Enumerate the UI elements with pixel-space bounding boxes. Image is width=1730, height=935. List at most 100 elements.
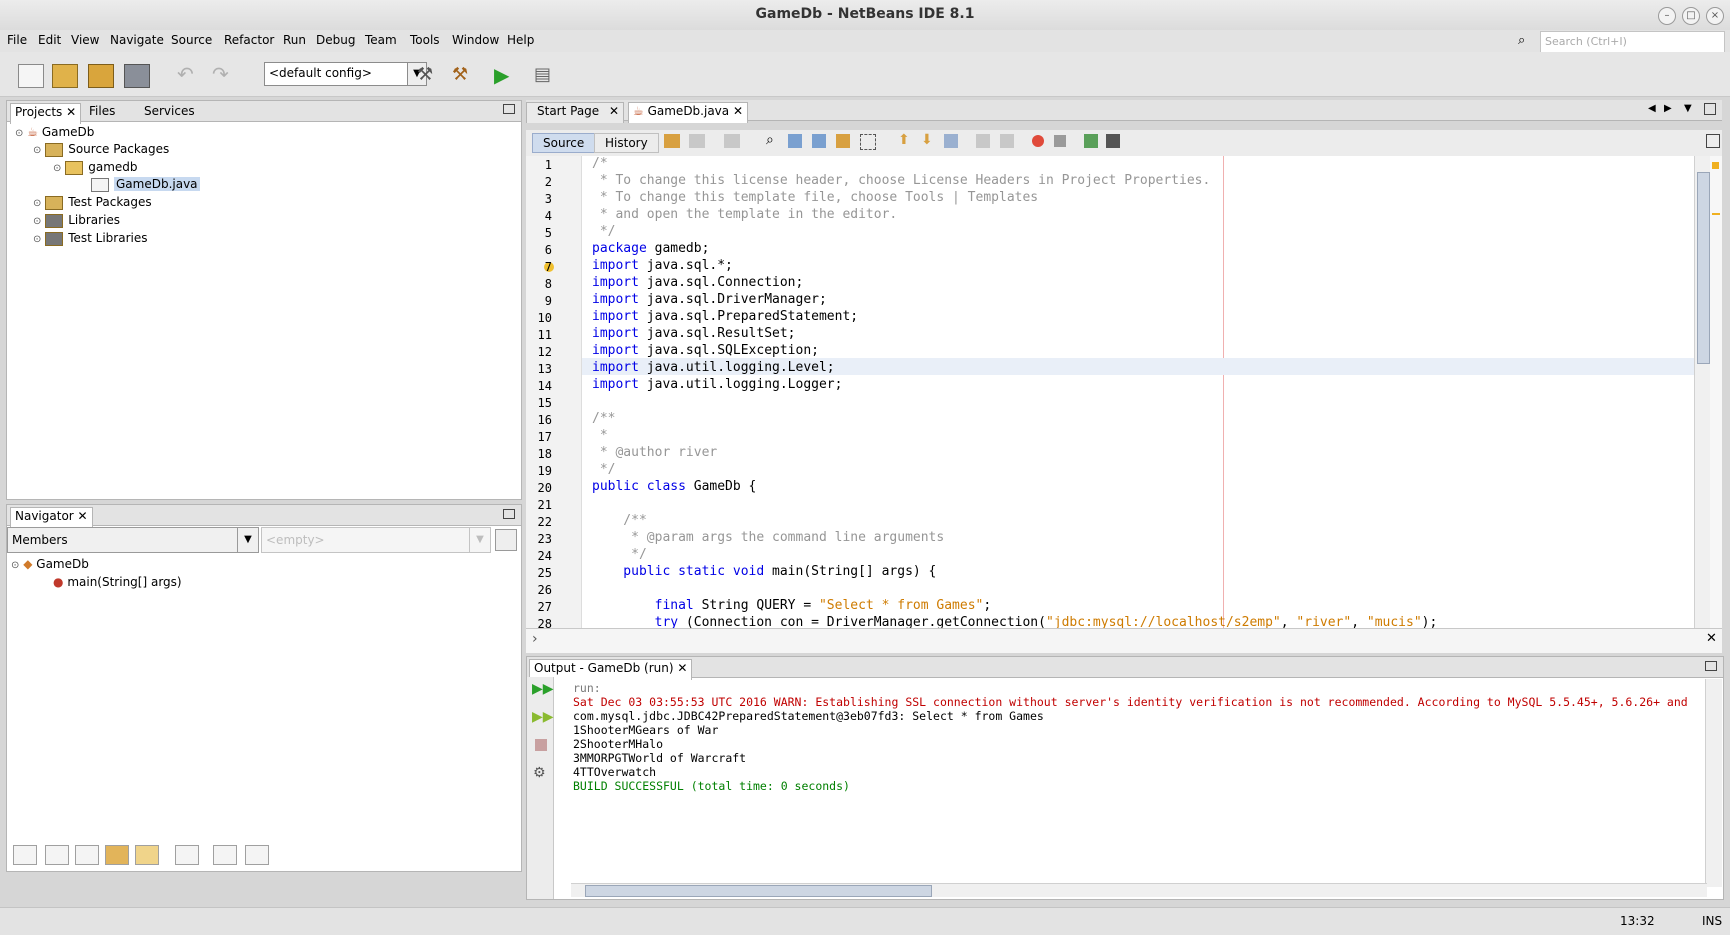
- filter-fqn-icon[interactable]: [175, 845, 199, 865]
- menu-refactor[interactable]: Refactor: [224, 33, 274, 47]
- code-editor[interactable]: 1 2 3 4 5 6 7 8 9 10 11 12 13 14 15 16 17 18 19 20 21 22 23 24 2…: [526, 156, 1694, 628]
- stop-macro-icon[interactable]: [1054, 135, 1066, 147]
- close-icon[interactable]: ✕: [609, 104, 619, 118]
- split-editor-icon[interactable]: [1706, 134, 1720, 148]
- save-all-icon[interactable]: [124, 64, 150, 88]
- next-bookmark-icon[interactable]: ⬇: [921, 132, 933, 148]
- start-macro-icon[interactable]: [1032, 135, 1044, 147]
- expand-icon[interactable]: ⊙: [15, 128, 23, 139]
- tab-gamedb-java[interactable]: ☕ GameDb.java ✕: [628, 102, 749, 123]
- tab-start-page[interactable]: Start Page ✕: [526, 102, 625, 123]
- scrollbar-thumb[interactable]: [1697, 172, 1710, 364]
- tree-node-test-packages[interactable]: ⊙ Test Packages: [33, 195, 152, 210]
- close-icon[interactable]: ✕: [66, 105, 76, 119]
- warning-marker[interactable]: [1712, 213, 1720, 215]
- search-input[interactable]: Search (Ctrl+I): [1540, 31, 1725, 53]
- scroll-tabs-right-icon[interactable]: ▶: [1664, 103, 1672, 114]
- menu-team[interactable]: Team: [365, 33, 397, 47]
- menu-file[interactable]: File: [7, 33, 27, 47]
- menu-source[interactable]: Source: [171, 33, 212, 47]
- settings-icon[interactable]: ⚙: [533, 765, 546, 781]
- config-select[interactable]: <default config> ▼: [264, 62, 427, 86]
- filter-inherited-icon[interactable]: [105, 845, 129, 865]
- warning-marker[interactable]: [1712, 162, 1719, 169]
- menu-window[interactable]: Window: [452, 33, 499, 47]
- members-filter-select[interactable]: Members ▼: [7, 527, 259, 553]
- toggle-bookmark-icon[interactable]: [944, 134, 958, 148]
- minimize-panel-icon[interactable]: [1705, 661, 1717, 671]
- source-mode-button[interactable]: Source: [532, 133, 596, 153]
- minimize-icon[interactable]: –: [1658, 7, 1676, 25]
- last-edit-icon[interactable]: [664, 134, 680, 148]
- output-vscrollbar[interactable]: [1705, 679, 1722, 887]
- find-icon[interactable]: ⌕: [766, 132, 774, 148]
- close-icon[interactable]: ×: [1706, 7, 1724, 25]
- redo-icon[interactable]: ↷: [212, 64, 236, 86]
- chevron-down-icon[interactable]: ▼: [237, 528, 258, 552]
- tree-node-package[interactable]: ⊙ gamedb: [53, 160, 138, 175]
- toggle-highlight-icon[interactable]: [836, 134, 850, 148]
- uncomment-icon[interactable]: [1106, 134, 1120, 148]
- breadcrumb-chevron-icon[interactable]: ›: [532, 631, 538, 647]
- menu-debug[interactable]: Debug: [316, 33, 355, 47]
- new-project-icon[interactable]: [52, 64, 78, 88]
- undo-icon[interactable]: ↶: [177, 64, 201, 86]
- prev-bookmark-icon[interactable]: ⬆: [898, 132, 910, 148]
- navigator-empty-select[interactable]: <empty> ▼: [261, 527, 491, 553]
- rerun-icon[interactable]: ▶▶: [532, 681, 554, 697]
- maximize-icon[interactable]: □: [1682, 7, 1700, 25]
- sort-name-icon[interactable]: [213, 845, 237, 865]
- tab-projects[interactable]: Projects ✕: [10, 103, 82, 124]
- editor-scrollbar[interactable]: [1694, 156, 1711, 628]
- minimize-panel-icon[interactable]: [503, 509, 515, 519]
- forward-icon[interactable]: [724, 134, 740, 148]
- find-prev-icon[interactable]: [788, 134, 802, 148]
- menu-help[interactable]: Help: [507, 33, 534, 47]
- filter-fields-icon[interactable]: [13, 845, 37, 865]
- comment-icon[interactable]: [1084, 134, 1098, 148]
- tree-node-libraries[interactable]: ⊙ Libraries: [33, 213, 120, 228]
- close-icon[interactable]: ✕: [78, 509, 88, 523]
- filter-class-icon[interactable]: [135, 845, 159, 865]
- nav-node-class[interactable]: ⊙ ◆ GameDb: [11, 557, 89, 571]
- back-icon[interactable]: [689, 134, 705, 148]
- sort-source-icon[interactable]: [245, 845, 269, 865]
- menu-edit[interactable]: Edit: [38, 33, 61, 47]
- history-mode-button[interactable]: History: [594, 133, 659, 153]
- maximize-editor-icon[interactable]: [1704, 103, 1716, 115]
- shift-right-icon[interactable]: [1000, 134, 1014, 148]
- close-icon[interactable]: ✕: [733, 104, 743, 118]
- toggle-rect-select-icon[interactable]: [860, 134, 876, 150]
- filter-nonpublic-icon[interactable]: [75, 845, 99, 865]
- new-file-icon[interactable]: [18, 64, 44, 88]
- open-project-icon[interactable]: [88, 64, 114, 88]
- close-icon[interactable]: ✕: [677, 661, 687, 675]
- stop-icon[interactable]: [535, 739, 547, 751]
- tab-services[interactable]: Services: [140, 103, 199, 123]
- menu-view[interactable]: View: [71, 33, 99, 47]
- menu-tools[interactable]: Tools: [410, 33, 440, 47]
- navigator-layout-icon[interactable]: [495, 529, 517, 551]
- tree-node-java-file[interactable]: GameDb.java: [91, 177, 200, 192]
- show-opened-docs-icon[interactable]: ▼: [1684, 103, 1692, 114]
- rerun-options-icon[interactable]: ▶▶: [532, 709, 554, 725]
- output-hscrollbar[interactable]: [571, 883, 1707, 897]
- scroll-tabs-left-icon[interactable]: ◀: [1648, 103, 1656, 114]
- close-breadcrumb-icon[interactable]: ✕: [1706, 631, 1717, 646]
- chevron-down-icon[interactable]: ▼: [469, 528, 490, 552]
- minimize-panel-icon[interactable]: [503, 104, 515, 114]
- menu-navigate[interactable]: Navigate: [110, 33, 164, 47]
- tab-navigator[interactable]: Navigator ✕: [10, 507, 93, 528]
- run-icon[interactable]: ▶: [494, 64, 518, 86]
- tab-files[interactable]: Files: [85, 103, 119, 123]
- tree-node-test-libraries[interactable]: ⊙ Test Libraries: [33, 231, 148, 246]
- build-hammer-icon[interactable]: ⚒: [417, 64, 441, 86]
- filter-static-icon[interactable]: [45, 845, 69, 865]
- menu-run[interactable]: Run: [283, 33, 306, 47]
- debug-icon[interactable]: ▤: [534, 64, 558, 86]
- find-next-icon[interactable]: [812, 134, 826, 148]
- scrollbar-thumb[interactable]: [585, 885, 932, 897]
- shift-left-icon[interactable]: [976, 134, 990, 148]
- clean-build-icon[interactable]: ⚒: [452, 64, 476, 86]
- tree-node-project[interactable]: ⊙ ☕ GameDb: [15, 125, 94, 139]
